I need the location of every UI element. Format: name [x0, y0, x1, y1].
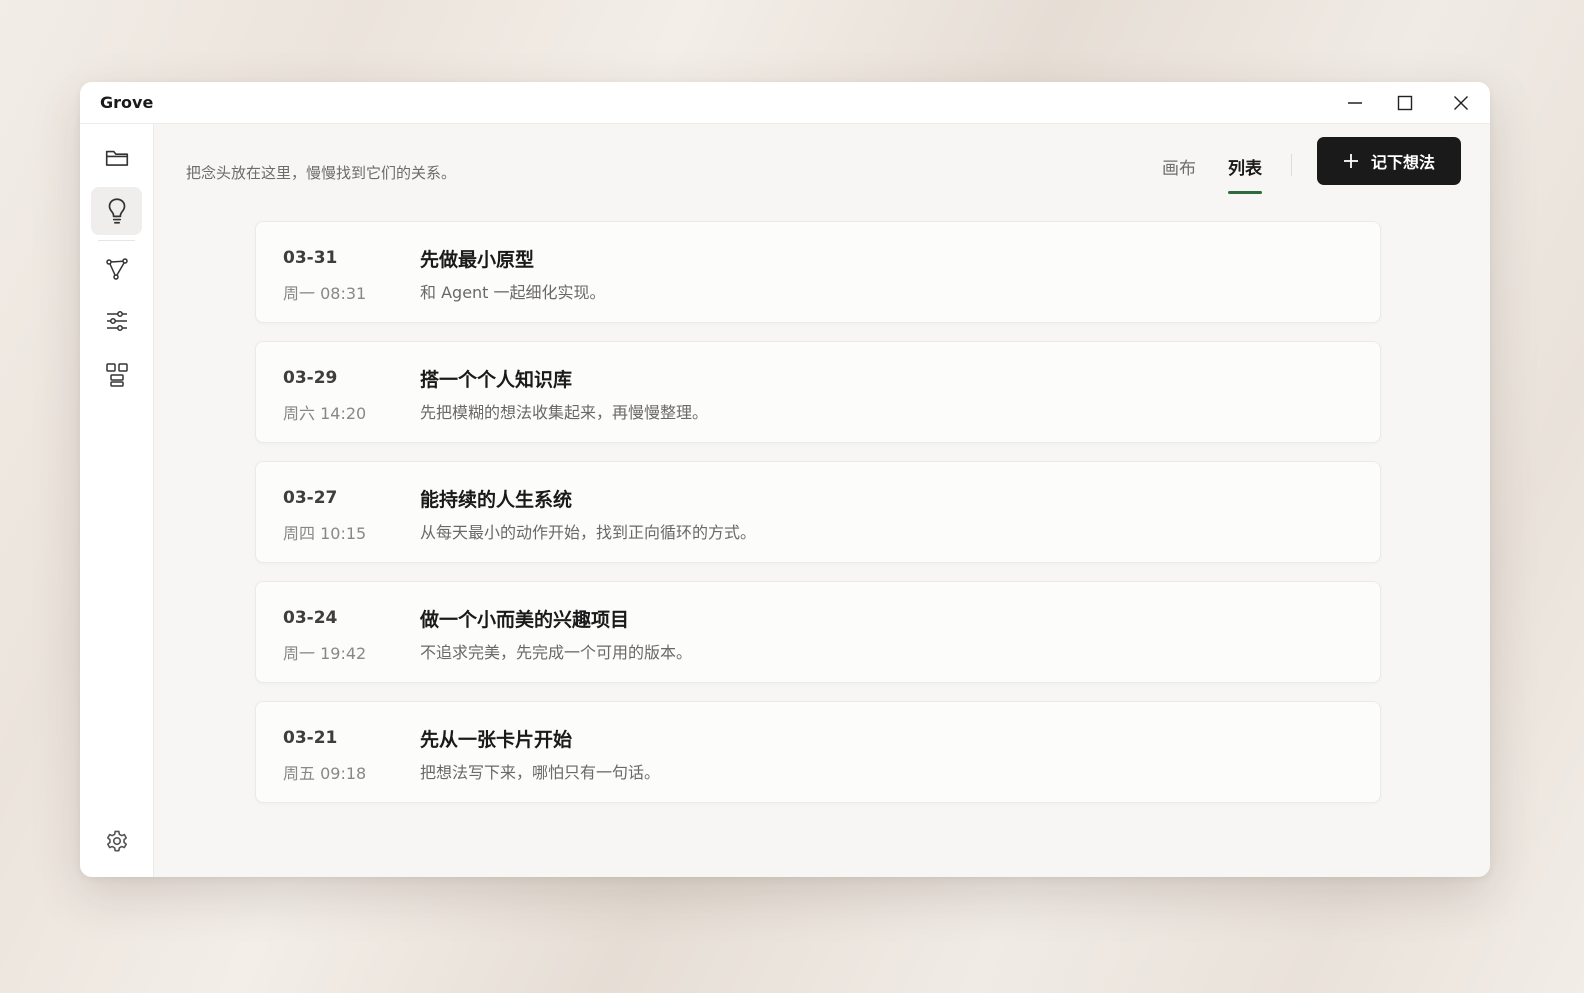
- idea-card[interactable]: 03-27 周四 10:15 能持续的人生系统 从每天最小的动作开始，找到正向循…: [255, 461, 1381, 563]
- idea-title: 搭一个个人知识库: [420, 369, 573, 391]
- idea-time: 周六 14:20: [283, 404, 367, 423]
- close-button[interactable]: [1443, 88, 1479, 118]
- idea-time: 周四 10:15: [283, 524, 367, 543]
- layout-icon: [105, 363, 128, 387]
- graph-icon: [105, 258, 128, 280]
- idea-card[interactable]: 03-29 周六 14:20 搭一个个人知识库 先把模糊的想法收集起来，再慢慢整…: [255, 341, 1381, 443]
- idea-time: 周五 09:18: [283, 764, 367, 783]
- idea-title: 先做最小原型: [420, 249, 535, 271]
- minimize-icon: [1348, 102, 1362, 104]
- idea-date: 03-29: [283, 368, 338, 388]
- tab-canvas-label: 画布: [1162, 159, 1196, 179]
- plus-icon: [1343, 154, 1358, 168]
- idea-card[interactable]: 03-31 周一 08:31 先做最小原型 和 Agent 一起细化实现。: [255, 221, 1381, 323]
- sidebar-item-filters[interactable]: [91, 297, 142, 345]
- lightbulb-icon: [108, 198, 125, 224]
- header-divider: [1291, 154, 1292, 176]
- idea-date: 03-27: [283, 488, 338, 508]
- new-idea-button[interactable]: 记下想法: [1317, 137, 1461, 185]
- idea-list: 03-31 周一 08:31 先做最小原型 和 Agent 一起细化实现。 03…: [255, 221, 1381, 821]
- idea-description: 把想法写下来，哪怕只有一句话。: [420, 763, 661, 782]
- sidebar-divider: [98, 240, 135, 241]
- sliders-icon: [106, 311, 127, 331]
- page-subtitle: 把念头放在这里，慢慢找到它们的关系。: [186, 164, 457, 182]
- idea-description: 和 Agent 一起细化实现。: [420, 283, 606, 302]
- close-icon: [1454, 96, 1468, 110]
- sidebar-item-layout[interactable]: [91, 351, 142, 399]
- idea-title: 能持续的人生系统: [420, 489, 573, 511]
- idea-description: 从每天最小的动作开始，找到正向循环的方式。: [420, 523, 757, 542]
- maximize-button[interactable]: [1387, 88, 1423, 118]
- sidebar: [80, 124, 154, 877]
- tab-list[interactable]: 列表: [1228, 154, 1262, 194]
- title-bar: Grove: [80, 82, 1490, 124]
- idea-date: 03-21: [283, 728, 338, 748]
- tab-canvas[interactable]: 画布: [1162, 154, 1196, 188]
- idea-card[interactable]: 03-24 周一 19:42 做一个小而美的兴趣项目 不追求完美，先完成一个可用…: [255, 581, 1381, 683]
- idea-title: 做一个小而美的兴趣项目: [420, 609, 630, 631]
- new-idea-label: 记下想法: [1370, 153, 1435, 172]
- idea-date: 03-24: [283, 608, 338, 628]
- settings-icon: [106, 830, 127, 852]
- sidebar-item-ideas[interactable]: [91, 187, 142, 235]
- app-window: Grove 把念头放在这里，慢慢找到它们的关系。 画布 列表 记下想法 03-3…: [80, 82, 1490, 877]
- idea-title: 先从一张卡片开始: [420, 729, 573, 751]
- active-tab-indicator: [1228, 191, 1262, 194]
- app-title: Grove: [100, 93, 154, 112]
- minimize-button[interactable]: [1337, 88, 1373, 118]
- idea-description: 不追求完美，先完成一个可用的版本。: [420, 643, 693, 662]
- sidebar-item-graph[interactable]: [91, 245, 142, 293]
- idea-date: 03-31: [283, 248, 338, 268]
- idea-card[interactable]: 03-21 周五 09:18 先从一张卡片开始 把想法写下来，哪怕只有一句话。: [255, 701, 1381, 803]
- tab-list-label: 列表: [1228, 159, 1262, 179]
- sidebar-item-settings[interactable]: [91, 817, 142, 865]
- idea-time: 周一 08:31: [283, 284, 367, 303]
- idea-time: 周一 19:42: [283, 644, 367, 663]
- folder-icon: [105, 150, 128, 166]
- idea-description: 先把模糊的想法收集起来，再慢慢整理。: [420, 403, 709, 422]
- main-content: 把念头放在这里，慢慢找到它们的关系。 画布 列表 记下想法 03-31 周一 0…: [154, 124, 1490, 877]
- sidebar-item-folder[interactable]: [91, 134, 142, 182]
- maximize-icon: [1397, 95, 1413, 111]
